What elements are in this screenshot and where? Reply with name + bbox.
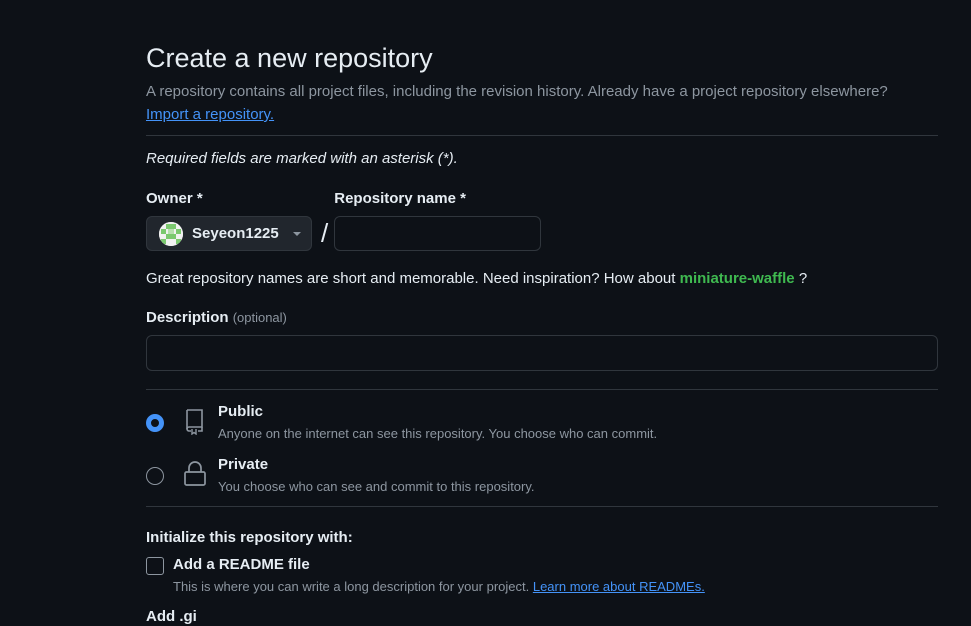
readme-label: Add a README file xyxy=(173,556,310,573)
repo-icon xyxy=(186,409,203,435)
repository-name-input[interactable] xyxy=(334,216,542,251)
name-inspiration: Great repository names are short and mem… xyxy=(146,269,938,289)
repository-name-label: Repository name * xyxy=(334,190,466,207)
readme-description-text: This is where you can write a long descr… xyxy=(173,579,530,594)
owner-repo-row: Owner * Seyeon1225 / Repository name * xyxy=(146,189,938,251)
owner-name: Seyeon1225 xyxy=(192,225,279,242)
divider xyxy=(146,135,938,136)
gitignore-label-partial: Add .gi xyxy=(146,608,197,625)
page-subtitle: A repository contains all project files,… xyxy=(146,80,938,126)
learn-more-readme-link[interactable]: Learn more about READMEs. xyxy=(533,579,705,594)
public-radio[interactable] xyxy=(146,414,164,432)
private-title: Private xyxy=(218,456,269,473)
caret-down-icon xyxy=(293,231,301,236)
avatar xyxy=(159,221,183,246)
private-description: You choose who can see and commit to thi… xyxy=(218,479,535,494)
initialize-title: Initialize this repository with: xyxy=(146,529,353,546)
private-radio[interactable] xyxy=(146,467,164,485)
import-repository-link[interactable]: Import a repository. xyxy=(146,106,274,123)
lock-icon xyxy=(184,461,206,486)
owner-repo-separator: / xyxy=(321,218,329,248)
owner-field: Owner * Seyeon1225 xyxy=(146,189,312,251)
subtitle-text: A repository contains all project files,… xyxy=(146,83,888,100)
description-label: Description (optional) xyxy=(146,308,938,328)
inspiration-text: Great repository names are short and mem… xyxy=(146,270,676,287)
identicon-icon xyxy=(159,221,183,246)
public-title: Public xyxy=(218,403,264,420)
new-repository-form: Create a new repository A repository con… xyxy=(146,40,938,625)
inspiration-suffix: ? xyxy=(798,270,808,287)
suggested-name[interactable]: miniature-waffle xyxy=(680,270,795,287)
readme-option[interactable]: Add a README file This is where you can … xyxy=(146,556,938,607)
repository-name-field: Repository name * xyxy=(334,189,542,251)
public-description: Anyone on the internet can see this repo… xyxy=(218,426,658,441)
required-fields-note: Required fields are marked with an aster… xyxy=(146,150,458,167)
page-title: Create a new repository xyxy=(146,43,433,73)
description-label-text: Description xyxy=(146,309,229,326)
description-field: Description (optional) xyxy=(146,308,938,371)
new-repository-page: Create a new repository A repository con… xyxy=(0,0,971,626)
visibility-options: Public Anyone on the internet can see th… xyxy=(146,403,938,518)
owner-label: Owner * xyxy=(146,190,203,207)
divider xyxy=(146,389,938,390)
description-optional: (optional) xyxy=(232,310,287,325)
visibility-option-private[interactable]: Private You choose who can see and commi… xyxy=(146,456,938,518)
readme-description: This is where you can write a long descr… xyxy=(173,579,705,594)
readme-checkbox[interactable] xyxy=(146,557,164,575)
description-input[interactable] xyxy=(146,335,938,371)
owner-dropdown[interactable]: Seyeon1225 xyxy=(146,216,312,251)
